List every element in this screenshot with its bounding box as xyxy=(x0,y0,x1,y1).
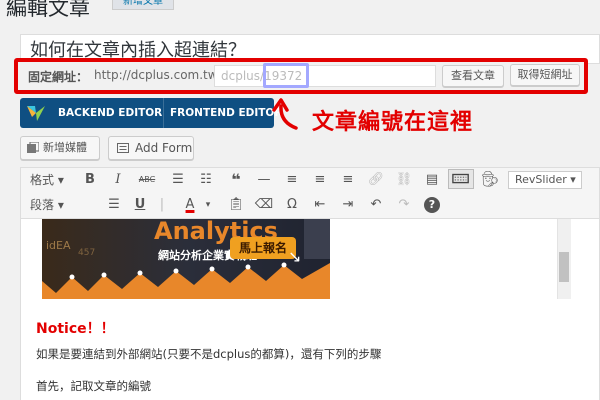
view-post-button[interactable]: 查看文章 xyxy=(442,65,504,87)
justify-icon[interactable]: ☰ xyxy=(104,196,124,214)
redo-icon[interactable]: ↷ xyxy=(394,196,414,214)
content-paragraph: 如果是要連結到外部網站(只要不是dcplus的都算)，還有下列的步驟 xyxy=(36,347,382,361)
paragraph-select-label: 段落 xyxy=(30,198,55,212)
blockquote-button[interactable]: ❝ xyxy=(226,171,246,189)
align-center-icon[interactable]: ≡ xyxy=(310,171,330,189)
clear-formatting-icon[interactable]: ⌫ xyxy=(254,196,274,214)
read-more-icon[interactable]: ▤ xyxy=(422,171,442,189)
svg-text:457: 457 xyxy=(78,248,95,258)
svg-text:idEA: idEA xyxy=(46,239,71,252)
outdent-icon[interactable]: ⇤ xyxy=(310,196,330,214)
revslider-select[interactable]: RevSlider ▾ xyxy=(508,171,582,189)
frontend-editor-button[interactable]: FRONTEND EDITOR xyxy=(170,98,282,128)
align-right-icon[interactable]: ≡ xyxy=(338,171,358,189)
undo-icon[interactable]: ↶ xyxy=(366,196,386,214)
cursor-hand-icon: ↘ xyxy=(288,247,302,266)
chevron-down-icon: ▾ xyxy=(54,173,64,187)
content-paragraph: 首先，記取文章的編號 xyxy=(36,379,151,393)
form-icon xyxy=(117,143,129,153)
permalink-slug-input[interactable]: dcplus/19372 xyxy=(214,65,436,87)
revslider-label: RevSlider xyxy=(515,173,567,186)
strikethrough-button[interactable]: ABC xyxy=(137,171,157,189)
vc-divider xyxy=(163,98,164,128)
slug-highlight-box xyxy=(263,63,309,88)
italic-button[interactable]: I xyxy=(108,171,128,189)
help-button[interactable]: ? xyxy=(424,197,440,213)
add-form-button[interactable]: Add Form xyxy=(108,136,194,160)
numbered-list-icon[interactable]: ☷ xyxy=(196,171,216,189)
visual-composer-logo-icon xyxy=(27,106,45,121)
add-new-post-button[interactable]: 新增文章 xyxy=(112,0,174,10)
insert-link-icon[interactable]: 🔗︎ xyxy=(366,171,386,189)
notice-heading: Notice！！ xyxy=(36,321,115,337)
underline-button[interactable]: U xyxy=(130,196,150,214)
permalink-label: 固定網址： xyxy=(28,70,89,84)
chevron-down-icon[interactable]: ▾ xyxy=(198,196,218,214)
align-left-icon[interactable]: ≡ xyxy=(282,171,302,189)
course-banner-image: idEA 457 Analytics 網站分析企業實戰班 馬上報名 ↘ xyxy=(42,219,330,299)
unlink-icon[interactable]: ⛓︎ xyxy=(394,171,414,189)
add-media-button[interactable]: 新增媒體 xyxy=(20,136,100,160)
format-select-label: 格式 xyxy=(30,173,55,187)
bullet-list-icon[interactable]: ☰ xyxy=(168,171,188,189)
bold-button[interactable]: B xyxy=(80,171,100,189)
page-title: 編輯文章 xyxy=(6,0,90,20)
toolbar-toggle-icon[interactable] xyxy=(448,169,474,189)
indent-icon[interactable]: ⇥ xyxy=(338,196,358,214)
permalink-base-url: http://dcplus.com.tw/ xyxy=(94,68,222,82)
separator: | xyxy=(159,197,165,212)
text-color-icon[interactable]: A xyxy=(180,196,200,214)
add-media-label: 新增媒體 xyxy=(43,141,87,154)
horizontal-line-icon[interactable]: — xyxy=(254,171,274,189)
scrollbar-thumb[interactable] xyxy=(559,252,569,282)
keyboard-icon xyxy=(452,173,469,184)
special-character-button[interactable]: Ω xyxy=(282,196,302,214)
chevron-down-icon: ▾ xyxy=(566,173,576,186)
annotation-arrow-icon xyxy=(272,98,298,130)
detective-icon[interactable]: 🕵︎ xyxy=(480,170,500,188)
add-form-label: Add Form xyxy=(135,141,193,155)
banner-signup-button: 馬上報名 xyxy=(230,237,296,259)
chevron-down-icon: ▾ xyxy=(54,198,64,212)
annotation-text: 文章編號在這裡 xyxy=(312,110,474,135)
format-select[interactable]: 格式 ▾ xyxy=(30,171,64,188)
slug-prefix: dcplus/ xyxy=(221,69,265,83)
paragraph-select[interactable]: 段落 ▾ xyxy=(30,196,64,213)
get-shortlink-button[interactable]: 取得短網址 xyxy=(510,64,580,86)
backend-editor-button[interactable]: BACKEND EDITOR xyxy=(58,98,162,128)
media-icon xyxy=(27,142,39,153)
paste-text-icon[interactable]: 📋︎ xyxy=(226,196,246,214)
